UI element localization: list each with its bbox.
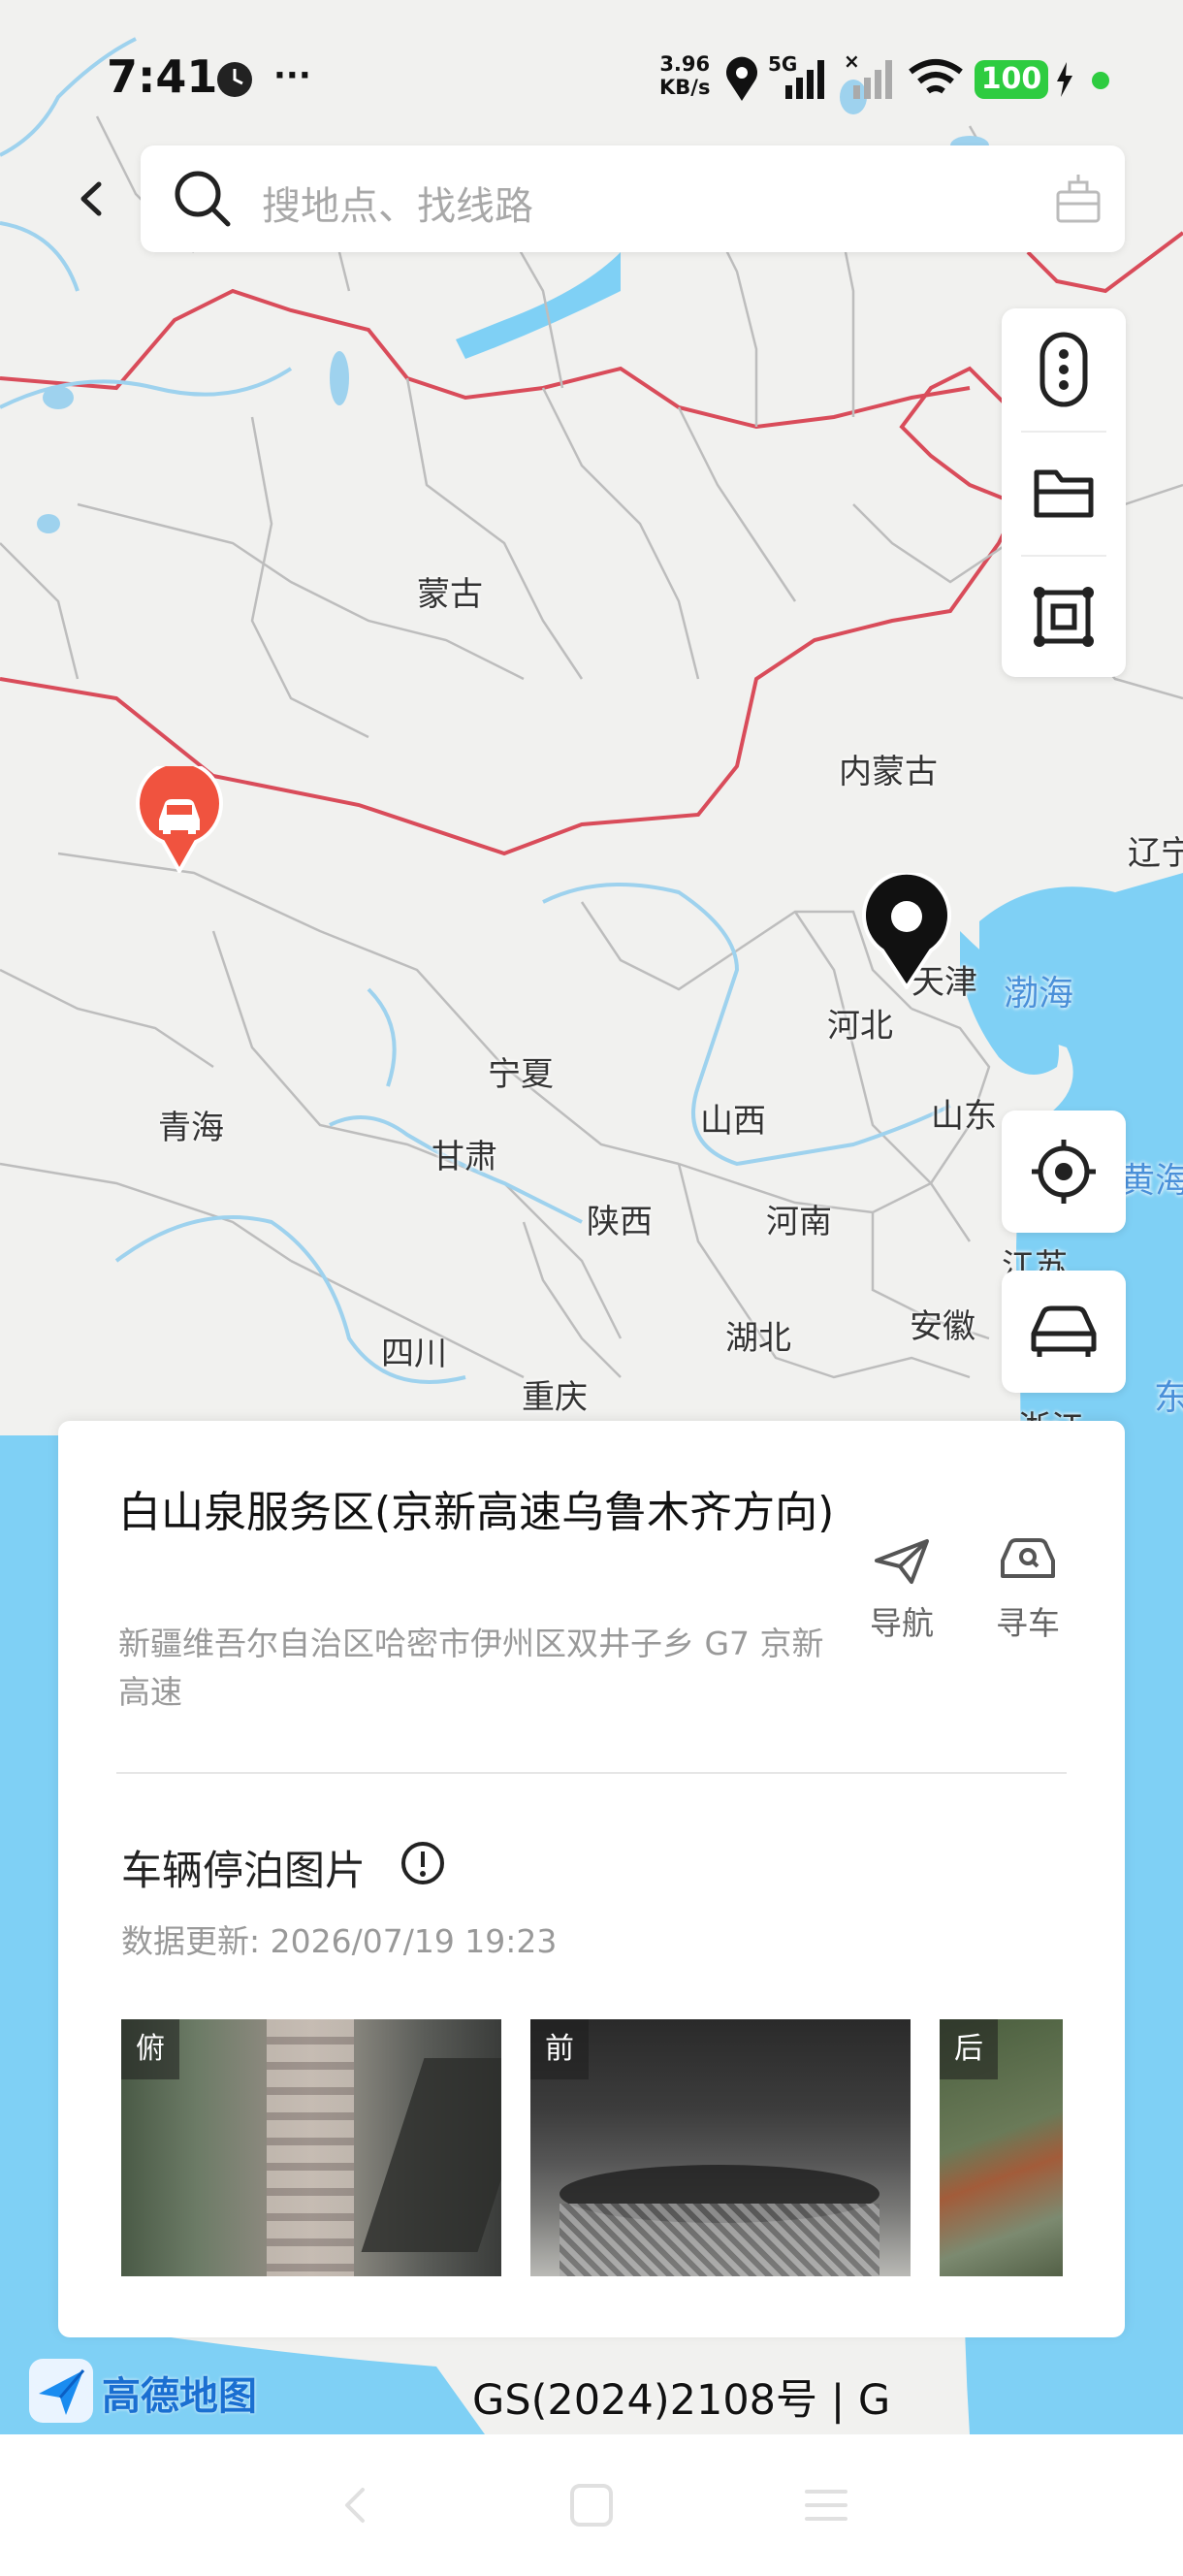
traffic-layer-button[interactable] xyxy=(1002,308,1126,431)
parking-photo-front[interactable]: 前 xyxy=(530,2019,911,2276)
layers-button[interactable] xyxy=(1002,557,1126,677)
clock-icon xyxy=(215,60,254,103)
map-label-shaanxi: 陕西 xyxy=(587,1203,653,1241)
map-label-liaoning: 辽宁 xyxy=(1128,834,1183,873)
info-icon[interactable] xyxy=(400,1840,446,1886)
back-button[interactable] xyxy=(58,165,126,233)
data-update-time: 数据更新: 2026/07/19 19:23 xyxy=(121,1922,558,1960)
map-label-inner-mongolia: 内蒙古 xyxy=(839,753,938,791)
map-tools-panel xyxy=(1002,308,1126,677)
map-label-qinghai: 青海 xyxy=(158,1109,224,1147)
poi-title: 白山泉服务区(京新高速乌鲁木齐方向) xyxy=(118,1488,835,1537)
locate-me-button[interactable] xyxy=(1002,1111,1126,1233)
map-label-east-sea: 东 xyxy=(1154,1378,1183,1418)
traffic-light-icon xyxy=(1039,332,1088,407)
poi-detail-panel: 白山泉服务区(京新高速乌鲁木齐方向) 新疆维吾尔自治区哈密市伊州区双井子乡 G7… xyxy=(58,1421,1125,2337)
parking-photos-title: 车辆停泊图片 xyxy=(121,1847,367,1894)
map-label-ningxia: 宁夏 xyxy=(488,1055,554,1094)
frame-icon xyxy=(1034,587,1094,647)
status-bar: 7:41 ··· 3.96 KB/s 5G × 100 xyxy=(0,0,1183,145)
poi-address: 新疆维吾尔自治区哈密市伊州区双井子乡 G7 京新高速 xyxy=(118,1625,824,1711)
map-label-hebei: 河北 xyxy=(827,1007,893,1046)
nav-back-icon[interactable] xyxy=(328,2476,386,2534)
folder-icon xyxy=(1034,469,1094,518)
search-input[interactable]: 搜地点、找线路 xyxy=(141,145,1125,252)
map-label-hubei: 湖北 xyxy=(725,1319,791,1358)
paper-plane-icon xyxy=(875,1539,929,1584)
map-label-gansu: 甘肃 xyxy=(432,1138,497,1176)
map-label-yellow-sea: 黄海 xyxy=(1120,1161,1183,1201)
wifi-icon xyxy=(907,56,965,105)
search-icon xyxy=(175,171,231,227)
favorites-button[interactable] xyxy=(1002,433,1126,555)
map-label-anhui: 安徽 xyxy=(910,1307,975,1346)
find-car-label: 寻车 xyxy=(996,1604,1060,1642)
selected-location-pin[interactable] xyxy=(861,870,952,991)
find-car-icon xyxy=(1001,1538,1055,1578)
photo-tag: 后 xyxy=(940,2019,998,2079)
location-icon xyxy=(724,56,759,107)
toolbox-icon[interactable] xyxy=(1054,173,1103,225)
navigate-label: 导航 xyxy=(870,1604,934,1642)
map-label-chongqing: 重庆 xyxy=(522,1378,588,1417)
map-label-mongolia: 蒙古 xyxy=(417,575,483,614)
amap-logo-icon xyxy=(29,2359,93,2423)
car-mode-button[interactable] xyxy=(1002,1271,1126,1393)
status-time: 7:41 xyxy=(107,50,218,103)
map-label-shanxi: 山西 xyxy=(700,1102,766,1141)
network-speed-unit: KB/s xyxy=(659,76,711,99)
network-speed-value: 3.96 xyxy=(659,52,711,76)
parking-photo-rear[interactable]: 后 xyxy=(940,2019,1063,2276)
app-root: 蒙古 内蒙古 辽宁 北京 天津 河北 渤海 宁夏 青海 甘肃 山西 山东 黄海 … xyxy=(0,0,1183,2576)
find-car-button[interactable]: 寻车 xyxy=(979,1537,1076,1654)
map-copyright: GS(2024)2108号 | G xyxy=(472,2376,891,2425)
map-label-shandong: 山东 xyxy=(931,1097,997,1136)
nav-home-icon[interactable] xyxy=(562,2476,621,2534)
crosshair-icon xyxy=(1032,1140,1096,1204)
photo-tag: 俯 xyxy=(121,2019,179,2079)
system-nav-bar xyxy=(0,2434,1183,2576)
chevron-left-icon xyxy=(80,181,102,216)
network-speed: 3.96 KB/s xyxy=(659,52,710,99)
parked-car-marker[interactable] xyxy=(136,759,223,876)
photo-tag: 前 xyxy=(530,2019,589,2079)
signal-no-service-icon: × xyxy=(844,49,902,105)
navigate-button[interactable]: 导航 xyxy=(853,1537,950,1654)
map-label-sichuan: 四川 xyxy=(381,1335,447,1373)
map-footer: 高德地图 GS(2024)2108号 | G xyxy=(0,2347,1183,2434)
map-label-bohai: 渤海 xyxy=(1004,974,1074,1014)
car-icon xyxy=(1031,1305,1097,1357)
battery-indicator: 100 xyxy=(975,60,1048,99)
map-label-henan: 河南 xyxy=(766,1203,832,1241)
nav-menu-icon[interactable] xyxy=(797,2476,855,2534)
panel-divider xyxy=(116,1772,1067,1774)
charging-icon xyxy=(1055,62,1074,101)
svg-text:×: × xyxy=(844,52,860,73)
parking-photo-top[interactable]: 俯 xyxy=(121,2019,501,2276)
more-notifications-icon: ··· xyxy=(273,56,311,95)
amap-logo-text: 高德地图 xyxy=(102,2374,257,2419)
status-dot-icon xyxy=(1092,72,1109,89)
search-placeholder: 搜地点、找线路 xyxy=(262,184,533,229)
